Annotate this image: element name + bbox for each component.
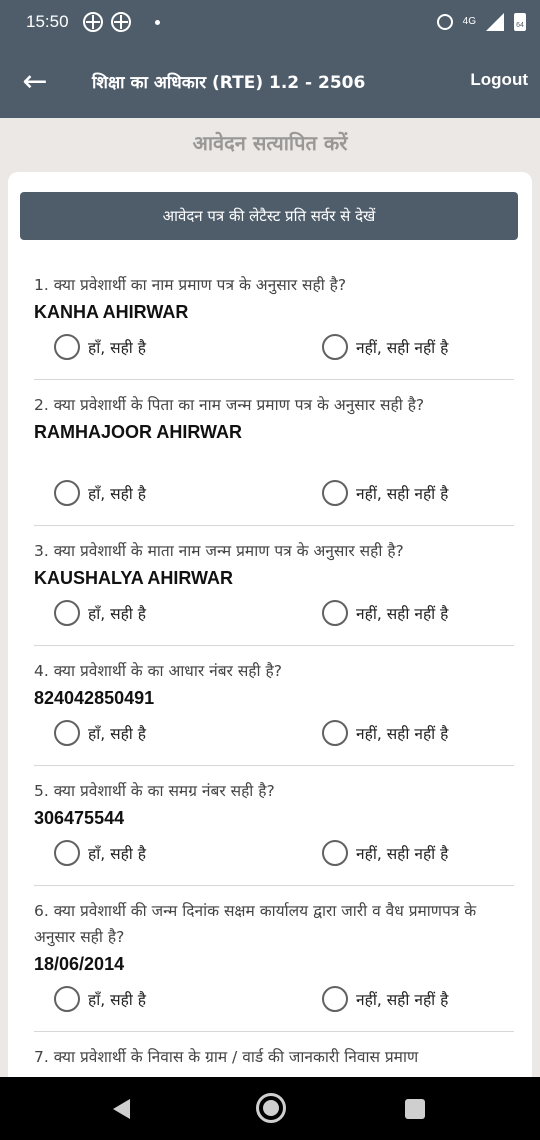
question-item: 1. क्या प्रवेशार्थी का नाम प्रमाण पत्र क… xyxy=(34,272,514,380)
no-radio[interactable] xyxy=(322,840,348,866)
question-answer: KANHA AHIRWAR xyxy=(34,302,189,322)
network-type: 4G xyxy=(462,16,476,27)
notification-icon xyxy=(110,12,131,32)
answer-options: हाँ, सही है नहीं, सही नहीं है xyxy=(34,600,514,630)
question-text: 1. क्या प्रवेशार्थी का नाम प्रमाण पत्र क… xyxy=(34,276,347,294)
answer-options: हाँ, सही है नहीं, सही नहीं है xyxy=(34,454,514,506)
app-bar: ← शिक्षा का अधिकार (RTE) 1.2 - 2506 Logo… xyxy=(0,44,540,118)
yes-option[interactable]: हाँ, सही है xyxy=(54,720,146,746)
answer-options: हाँ, सही है नहीं, सही नहीं है xyxy=(34,986,514,1016)
answer-options: हाँ, सही है नहीं, सही नहीं है xyxy=(34,720,514,750)
question-item: 6. क्या प्रवेशार्थी की जन्म दिनांक सक्षम… xyxy=(34,898,514,1032)
status-time: 15:50 xyxy=(26,12,69,31)
status-bar: 15:50 4G 64 xyxy=(0,0,540,44)
no-label: नहीं, सही नहीं है xyxy=(356,339,449,357)
nav-home-icon[interactable] xyxy=(256,1093,286,1123)
yes-option[interactable]: हाँ, सही है xyxy=(54,840,146,866)
no-label: नहीं, सही नहीं है xyxy=(356,991,449,1009)
question-answer: KAUSHALYA AHIRWAR xyxy=(34,568,234,588)
no-option[interactable]: नहीं, सही नहीं है xyxy=(322,840,448,866)
status-right-icons: 4G 64 xyxy=(436,13,526,31)
yes-label: हाँ, सही है xyxy=(88,485,146,503)
page-heading: आवेदन सत्यापित करें xyxy=(192,131,348,155)
no-radio[interactable] xyxy=(322,334,348,360)
no-radio[interactable] xyxy=(322,600,348,626)
question-item: 4. क्या प्रवेशार्थी के का आधार नंबर सही … xyxy=(34,658,514,766)
yes-option[interactable]: हाँ, सही है xyxy=(54,600,146,626)
signal-icon xyxy=(486,13,504,31)
yes-option[interactable]: हाँ, सही है xyxy=(54,986,146,1012)
question-item: 3. क्या प्रवेशार्थी के माता नाम जन्म प्र… xyxy=(34,538,514,646)
question-answer: 824042850491 xyxy=(34,688,155,708)
no-label: नहीं, सही नहीं है xyxy=(356,605,449,623)
no-option[interactable]: नहीं, सही नहीं है xyxy=(322,986,448,1012)
yes-radio[interactable] xyxy=(54,840,80,866)
yes-radio[interactable] xyxy=(54,600,80,626)
verification-card: आवेदन पत्र की लेटैस्ट प्रति सर्वर से देख… xyxy=(8,172,532,1092)
question-text: 4. क्या प्रवेशार्थी के का आधार नंबर सही … xyxy=(34,662,282,680)
question-item: 5. क्या प्रवेशार्थी के का समग्र नंबर सही… xyxy=(34,778,514,886)
yes-label: हाँ, सही है xyxy=(88,339,146,357)
question-text: 5. क्या प्रवेशार्थी के का समग्र नंबर सही… xyxy=(34,782,275,800)
no-radio[interactable] xyxy=(322,720,348,746)
yes-radio[interactable] xyxy=(54,720,80,746)
yes-label: हाँ, सही है xyxy=(88,991,146,1009)
yes-label: हाँ, सही है xyxy=(88,725,146,743)
no-radio[interactable] xyxy=(322,986,348,1012)
system-navigation-bar xyxy=(0,1077,540,1140)
nav-back-icon[interactable] xyxy=(113,1099,130,1119)
app-title: शिक्षा का अधिकार (RTE) 1.2 - 2506 xyxy=(92,72,366,93)
yes-option[interactable]: हाँ, सही है xyxy=(54,480,146,506)
back-button[interactable]: ← xyxy=(0,44,70,118)
question-item: 2. क्या प्रवेशार्थी के पिता का नाम जन्म … xyxy=(34,392,514,526)
question-text: 2. क्या प्रवेशार्थी के पिता का नाम जन्म … xyxy=(34,396,425,414)
yes-radio[interactable] xyxy=(54,480,80,506)
yes-label: हाँ, सही है xyxy=(88,845,146,863)
question-text: 6. क्या प्रवेशार्थी की जन्म दिनांक सक्षम… xyxy=(34,902,477,946)
answer-options: हाँ, सही है नहीं, सही नहीं है xyxy=(34,840,514,870)
yes-option[interactable]: हाँ, सही है xyxy=(54,334,146,360)
no-label: नहीं, सही नहीं है xyxy=(356,725,449,743)
logout-button[interactable]: Logout xyxy=(470,70,528,90)
no-radio[interactable] xyxy=(322,480,348,506)
no-label: नहीं, सही नहीं है xyxy=(356,485,449,503)
question-text: 7. क्या प्रवेशार्थी के निवास के ग्राम / … xyxy=(34,1048,419,1066)
yes-label: हाँ, सही है xyxy=(88,605,146,623)
question-text: 3. क्या प्रवेशार्थी के माता नाम जन्म प्र… xyxy=(34,542,404,560)
question-answer: 18/06/2014 xyxy=(34,954,125,974)
yes-radio[interactable] xyxy=(54,986,80,1012)
alarm-icon xyxy=(436,14,453,30)
more-notifications-dot-icon xyxy=(154,19,160,25)
question-answer: 306475544 xyxy=(34,808,125,828)
no-option[interactable]: नहीं, सही नहीं है xyxy=(322,334,448,360)
no-label: नहीं, सही नहीं है xyxy=(356,845,449,863)
no-option[interactable]: नहीं, सही नहीं है xyxy=(322,720,448,746)
view-latest-application-button[interactable]: आवेदन पत्र की लेटैस्ट प्रति सर्वर से देख… xyxy=(20,192,518,240)
arrow-left-icon: ← xyxy=(22,63,48,99)
notification-icon xyxy=(82,12,103,32)
no-option[interactable]: नहीं, सही नहीं है xyxy=(322,480,448,506)
answer-options: हाँ, सही है नहीं, सही नहीं है xyxy=(34,334,514,364)
no-option[interactable]: नहीं, सही नहीं है xyxy=(322,600,448,626)
nav-recents-icon[interactable] xyxy=(405,1099,425,1119)
battery-icon: 64 xyxy=(514,13,526,31)
yes-radio[interactable] xyxy=(54,334,80,360)
question-answer: RAMHAJOOR AHIRWAR xyxy=(34,422,243,442)
